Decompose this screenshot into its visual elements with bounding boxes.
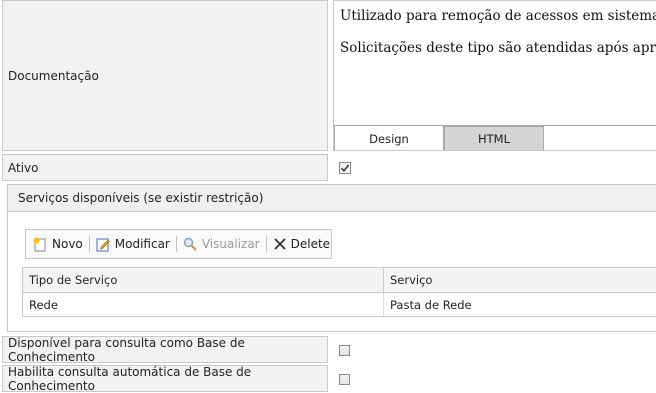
cell-servico-text: Pasta de Rede (390, 297, 472, 312)
ativo-checkbox[interactable] (339, 162, 351, 174)
novo-label: Novo (52, 237, 83, 251)
tab-design-label: Design (369, 131, 409, 146)
new-document-icon (33, 237, 46, 251)
editor-line-2: Solicitações deste tipo são atendidas ap… (340, 40, 656, 56)
documentation-label-cell: Documentação (2, 0, 328, 151)
editor-line-1: Utilizado para remoção de acessos em sis… (340, 8, 656, 24)
tab-design[interactable]: Design (334, 126, 444, 150)
column-header-servico[interactable]: Serviço (384, 268, 656, 292)
edit-icon (96, 238, 110, 251)
toolbar-separator (88, 236, 90, 252)
services-grid-header: Tipo de Serviço Serviço (22, 267, 656, 293)
kb-auto-label-cell: Habilita consulta automática de Base de … (2, 364, 328, 393)
column-header-tipo[interactable]: Tipo de Serviço (23, 268, 384, 292)
documentation-editor[interactable]: Utilizado para remoção de acessos em sis… (333, 0, 656, 151)
magnifier-icon (183, 237, 197, 251)
tab-html[interactable]: HTML (444, 126, 544, 150)
cell-tipo-text: Rede (29, 297, 58, 312)
services-panel-header: Serviços disponíveis (se existir restriç… (8, 185, 656, 212)
toolbar-separator (175, 236, 177, 252)
editor-content[interactable]: Utilizado para remoção de acessos em sis… (340, 8, 656, 56)
visualizar-button[interactable]: Visualizar (183, 237, 260, 252)
modificar-label: Modificar (114, 237, 170, 251)
checked-checkbox-icon (339, 162, 351, 174)
column-header-servico-label: Serviço (390, 273, 433, 287)
services-panel: Serviços disponíveis (se existir restriç… (7, 184, 656, 332)
visualizar-label: Visualizar (201, 237, 260, 251)
services-toolbar: Novo Modificar Visualizar Delete (25, 229, 332, 259)
ativo-label-cell: Ativo (2, 154, 328, 181)
delete-label: Delete (290, 237, 331, 251)
kb-consult-label: Disponível para consulta como Base de Co… (8, 335, 245, 364)
tab-html-label: HTML (477, 132, 510, 146)
column-header-tipo-label: Tipo de Serviço (29, 273, 118, 287)
table-row[interactable]: Rede Pasta de Rede (22, 293, 656, 317)
services-panel-title: Serviços disponíveis (se existir restriç… (18, 191, 264, 205)
kb-consult-checkbox[interactable] (339, 345, 350, 356)
documentation-label: Documentação (8, 68, 99, 83)
kb-auto-label: Habilita consulta automática de Base de … (8, 364, 252, 393)
novo-button[interactable]: Novo (33, 237, 83, 252)
delete-button[interactable]: Delete (273, 237, 330, 251)
kb-auto-checkbox[interactable] (339, 374, 350, 385)
toolbar-separator (265, 236, 267, 252)
delete-x-icon (273, 238, 286, 250)
ativo-label: Ativo (8, 160, 39, 175)
modificar-button[interactable]: Modificar (96, 237, 170, 252)
cell-tipo: Rede (23, 293, 384, 316)
kb-consult-label-cell: Disponível para consulta como Base de Co… (2, 335, 328, 364)
cell-servico: Pasta de Rede (384, 293, 656, 316)
